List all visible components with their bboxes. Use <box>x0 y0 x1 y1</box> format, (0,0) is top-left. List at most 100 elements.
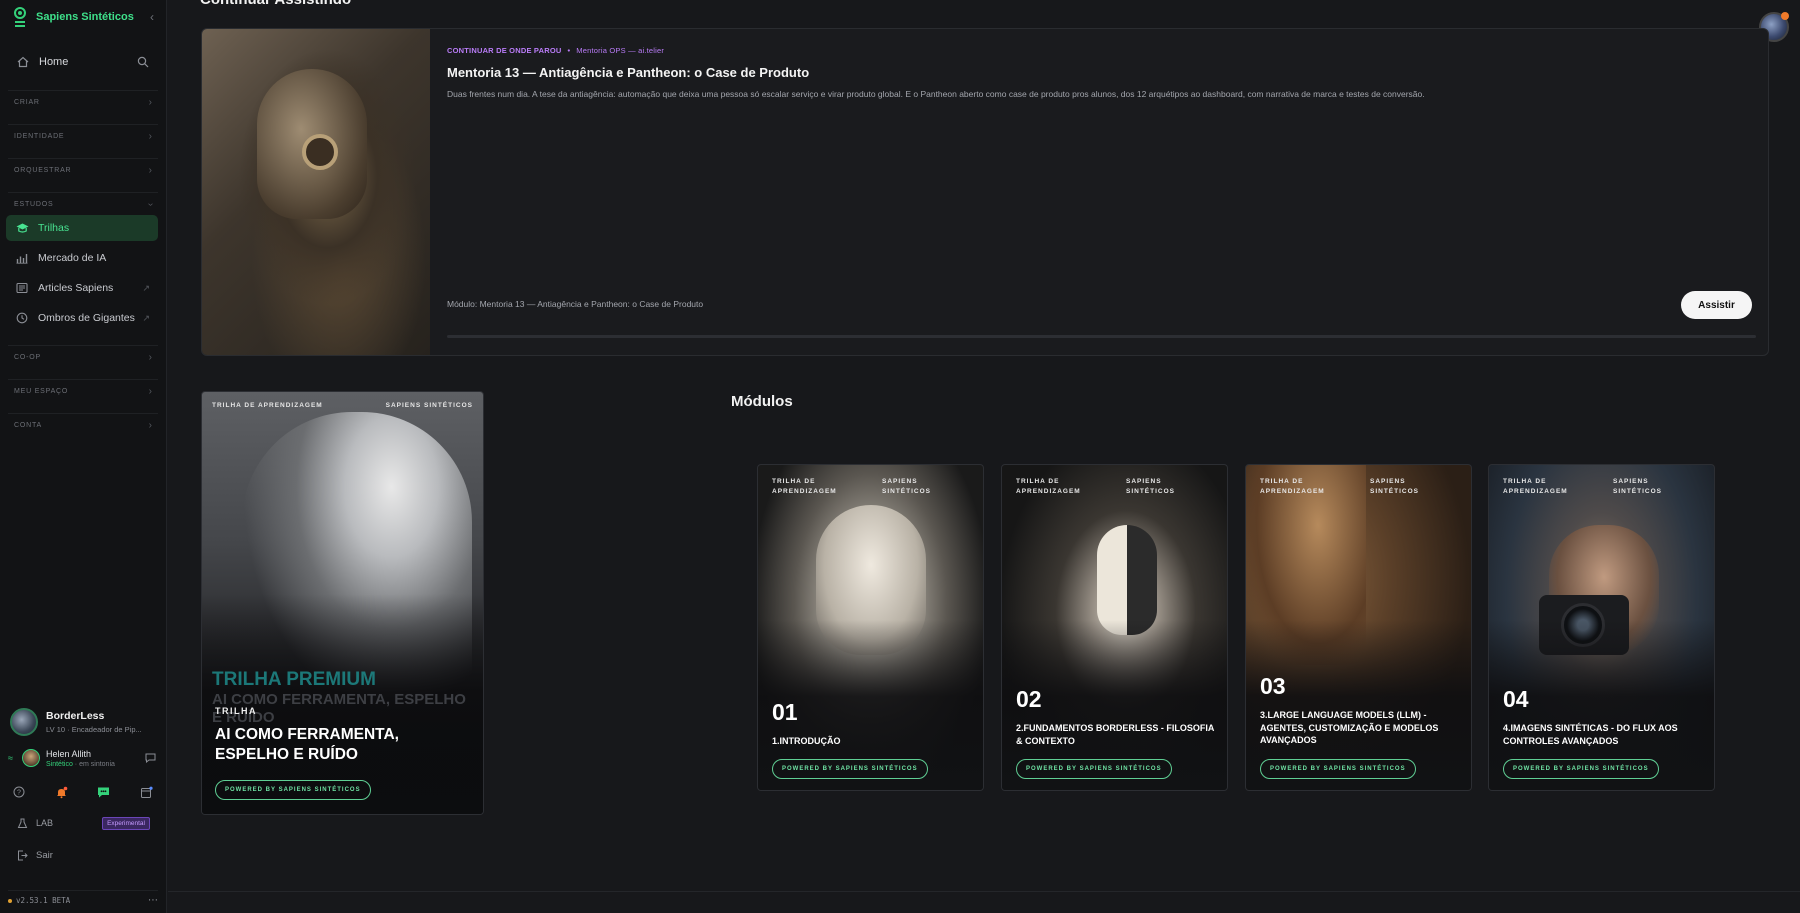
section-conta-label: CONTA <box>14 422 42 429</box>
powered-by-pill: POWERED BY SAPIENS SINTÉTICOS <box>1260 759 1416 779</box>
collapse-sidebar-icon[interactable]: ‹ <box>150 10 154 24</box>
sidebar-item-home-label: Home <box>39 56 69 68</box>
section-co-op[interactable]: CO-OP › <box>8 345 158 369</box>
powered-by-pill: POWERED BY SAPIENS SINTÉTICOS <box>215 780 371 800</box>
section-orquestrar[interactable]: ORQUESTRAR › <box>8 158 158 182</box>
clock-icon <box>14 310 30 326</box>
sidebar-item-articles-sapiens-label: Articles Sapiens <box>38 282 114 294</box>
chevron-down-icon: › <box>144 202 156 207</box>
notification-bell-icon[interactable] <box>53 783 71 801</box>
chevron-right-icon: › <box>148 131 152 142</box>
modules-title: Módulos <box>731 393 793 410</box>
powered-by-pill: POWERED BY SAPIENS SINTÉTICOS <box>1503 759 1659 779</box>
sidebar-item-trilhas[interactable]: Trilhas <box>6 215 158 241</box>
search-icon[interactable] <box>135 54 151 70</box>
lab-item[interactable]: LAB Experimental <box>14 815 150 831</box>
watch-button[interactable]: Assistir <box>1681 291 1752 319</box>
section-estudos[interactable]: ESTUDOS › <box>8 192 158 216</box>
external-link-icon: ↗ <box>142 282 150 293</box>
external-link-icon: ↗ <box>142 312 150 323</box>
kicker-separator: • <box>567 46 571 55</box>
companion[interactable]: ≈ Helen Allith Sintético · em sintonia <box>8 746 158 770</box>
messages-icon[interactable] <box>95 783 113 801</box>
quick-actions: ? <box>10 783 156 801</box>
sidebar-item-articles-sapiens[interactable]: Articles Sapiens ↗ <box>6 275 158 301</box>
module-card-04[interactable]: TRILHA DE APRENDIZAGEM SAPIENS SINTÉTICO… <box>1488 464 1715 791</box>
bar-chart-icon <box>14 250 30 266</box>
companion-status: Sintético · em sintonia <box>46 760 115 768</box>
version-label: v2.53.1 BETA <box>16 896 71 905</box>
module-tag-right: SAPIENS SINTÉTICOS <box>1126 478 1176 495</box>
sidebar-item-ombros-de-gigantes-label: Ombros de Gigantes <box>38 312 135 324</box>
lesson-title: Mentoria 13 — Antiagência e Pantheon: o … <box>447 65 810 80</box>
graduation-cap-icon <box>14 220 30 236</box>
module-number: 01 <box>772 699 798 725</box>
brand[interactable]: Sapiens Sintéticos ‹ <box>12 6 154 28</box>
powered-by-pill: POWERED BY SAPIENS SINTÉTICOS <box>1016 759 1172 779</box>
lesson-description: Duas frentes num dia. A tese da antiagên… <box>447 89 1425 99</box>
continue-watching-card[interactable]: CONTINUAR DE ONDE PAROU • Mentoria OPS — a… <box>201 28 1769 356</box>
sidebar-item-mercado-de-ia-label: Mercado de IA <box>38 252 107 264</box>
module-tag-right: SAPIENS SINTÉTICOS <box>882 478 932 495</box>
brand-logo-icon <box>12 6 28 28</box>
trail-title: AI COMO FERRAMENTA, ESPELHO E RUÍDO <box>215 726 399 763</box>
help-icon[interactable]: ? <box>10 783 28 801</box>
chevron-right-icon: › <box>148 386 152 397</box>
module-tag-left: TRILHA DE APRENDIZAGEM <box>1016 478 1081 495</box>
main-content: Continuar Assistindo CONTINUAR DE ONDE P… <box>168 0 1800 913</box>
sidebar-item-home[interactable]: Home <box>8 50 158 74</box>
trail-card[interactable]: TRILHA DE APRENDIZAGEM SAPIENS SINTÉTICO… <box>201 391 484 815</box>
module-card-02[interactable]: TRILHA DE APRENDIZAGEM SAPIENS SINTÉTICO… <box>1001 464 1228 791</box>
section-orquestrar-label: ORQUESTRAR <box>14 167 72 174</box>
svg-text:?: ? <box>17 790 21 797</box>
brand-name: Sapiens Sintéticos <box>36 11 134 23</box>
avatar <box>10 708 38 736</box>
user-profile[interactable]: BorderLess LV 10 · Encadeador de Pip... <box>10 706 160 738</box>
chevron-right-icon: › <box>148 97 152 108</box>
section-co-op-label: CO-OP <box>14 354 41 361</box>
sidebar-item-ombros-de-gigantes[interactable]: Ombros de Gigantes ↗ <box>6 305 158 331</box>
module-number: 03 <box>1260 673 1286 699</box>
module-card-01[interactable]: TRILHA DE APRENDIZAGEM SAPIENS SINTÉTICO… <box>757 464 984 791</box>
chevron-right-icon: › <box>148 165 152 176</box>
module-tag-left: TRILHA DE APRENDIZAGEM <box>772 478 837 495</box>
divider <box>168 891 1800 892</box>
section-meu-espaco[interactable]: MEU ESPAÇO › <box>8 379 158 403</box>
module-card-03[interactable]: TRILHA DE APRENDIZAGEM SAPIENS SINTÉTICO… <box>1245 464 1472 791</box>
lab-label: LAB <box>36 818 54 828</box>
logout-icon <box>14 847 30 863</box>
lesson-cover-image <box>202 29 430 355</box>
kicker-label: CONTINUAR DE ONDE PAROU <box>447 46 562 55</box>
section-meu-espaco-label: MEU ESPAÇO <box>14 388 69 395</box>
continue-kicker: CONTINUAR DE ONDE PAROU • Mentoria OPS — a… <box>447 46 664 55</box>
module-title: 1.INTRODUÇÃO <box>772 736 841 746</box>
chat-icon[interactable] <box>142 750 158 766</box>
lesson-module: Módulo: Mentoria 13 — Antiagência e Pant… <box>447 299 704 309</box>
home-icon <box>15 54 31 70</box>
version-footer: v2.53.1 BETA ⋯ <box>8 890 158 906</box>
section-identidade-label: IDENTIDADE <box>14 133 65 140</box>
module-title: 3.LARGE LANGUAGE MODELS (LLM) - AGENTES,… <box>1260 710 1439 745</box>
calendar-icon[interactable] <box>138 783 156 801</box>
module-cover-image <box>1097 525 1157 635</box>
module-tag-right: SAPIENS SINTÉTICOS <box>1370 478 1420 495</box>
notification-dot <box>1781 12 1789 20</box>
companion-status-text: em sintonia <box>79 760 115 768</box>
section-criar[interactable]: CRIAR › <box>8 90 158 114</box>
module-tag-right: SAPIENS SINTÉTICOS <box>1613 478 1663 495</box>
section-identidade[interactable]: IDENTIDADE › <box>8 124 158 148</box>
more-options-icon[interactable]: ⋯ <box>148 895 158 906</box>
chevron-right-icon: › <box>148 420 152 431</box>
logout-label: Sair <box>36 849 53 861</box>
flask-icon <box>14 815 30 831</box>
module-tag-left: TRILHA DE APRENDIZAGEM <box>1503 478 1568 495</box>
logout-button[interactable]: Sair <box>14 847 150 863</box>
trail-kind: TRILHA <box>215 706 257 716</box>
sidebar: Sapiens Sintéticos ‹ Home CRIAR › IDENTI… <box>0 0 167 913</box>
section-conta[interactable]: CONTA › <box>8 413 158 437</box>
companion-name: Helen Allith <box>46 748 92 759</box>
sidebar-item-trilhas-label: Trilhas <box>38 222 70 234</box>
sidebar-item-mercado-de-ia[interactable]: Mercado de IA <box>6 245 158 271</box>
trail-card-tag-right: SAPIENS SINTÉTICOS <box>385 402 473 409</box>
section-criar-label: CRIAR <box>14 99 40 106</box>
